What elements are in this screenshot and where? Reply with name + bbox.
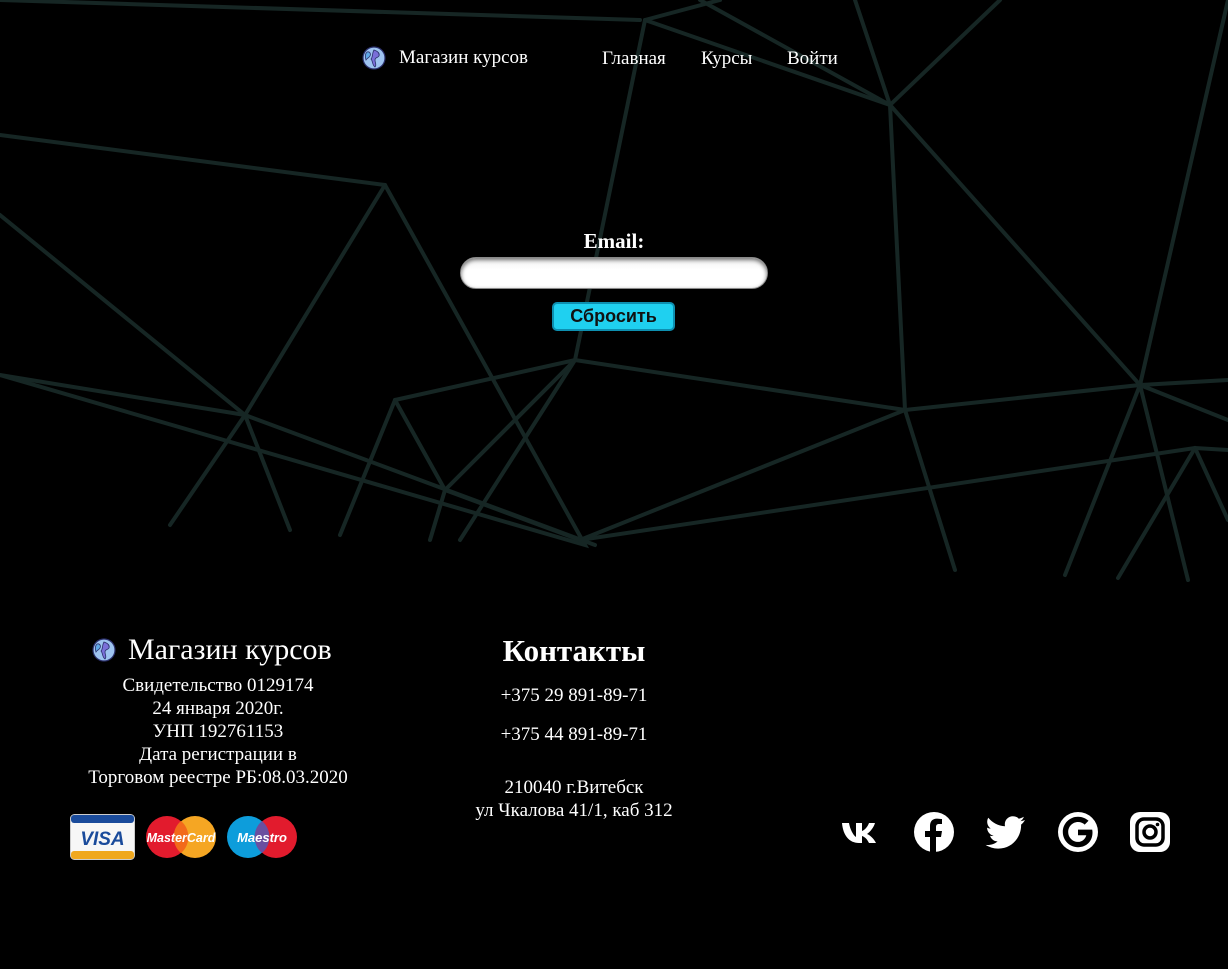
phone-number[interactable]: +375 44 891-89-71 <box>474 724 674 746</box>
header-brand[interactable]: Магазин курсов <box>362 46 528 70</box>
instagram-icon[interactable] <box>1129 811 1171 853</box>
maestro-text: Maestro <box>237 830 287 845</box>
vk-icon[interactable] <box>841 811 883 853</box>
registration-text: Дата регистрации в <box>139 744 297 765</box>
reset-button[interactable]: Сбросить <box>552 302 675 331</box>
email-input[interactable] <box>460 257 768 289</box>
email-label: Email: <box>583 229 645 253</box>
unp-text: УНП 192761153 <box>152 721 284 742</box>
nav-login-link[interactable]: Войти <box>787 48 838 70</box>
brand-name: Магазин курсов <box>399 47 529 68</box>
visa-logo: VISA <box>70 814 135 860</box>
phone-number[interactable]: +375 29 891-89-71 <box>474 685 674 707</box>
visa-text: VISA <box>80 829 124 850</box>
certificate-text: Свидетельство 0129174 <box>122 675 314 696</box>
nav-courses-link[interactable]: Курсы <box>701 48 752 70</box>
registration-text-2: Торговом реестре РБ:08.03.2020 <box>88 767 348 788</box>
globe-icon <box>362 46 386 70</box>
footer-brand: Магазин курсов <box>92 633 332 667</box>
mastercard-text: MasterCard <box>147 831 216 845</box>
footer-brand-name: Магазин курсов <box>128 633 332 666</box>
payment-methods: VISA MasterCard Maestro <box>70 814 297 860</box>
contacts-heading: Контакты <box>502 633 646 668</box>
mastercard-logo: MasterCard <box>146 816 216 858</box>
globe-icon <box>92 638 116 662</box>
address: 210040 г.Витебск ул Чкалова 41/1, каб 31… <box>444 776 704 822</box>
maestro-logo: Maestro <box>227 816 297 858</box>
google-icon[interactable] <box>1057 811 1099 853</box>
address-city: 210040 г.Витебск <box>504 777 644 798</box>
nav-home-link[interactable]: Главная <box>602 48 666 70</box>
twitter-icon[interactable] <box>985 811 1027 853</box>
certificate-date: 24 января 2020г. <box>152 698 284 719</box>
facebook-icon[interactable] <box>913 811 955 853</box>
company-info: Свидетельство 0129174 24 января 2020г. У… <box>60 674 376 789</box>
address-street: ул Чкалова 41/1, каб 312 <box>475 800 673 821</box>
